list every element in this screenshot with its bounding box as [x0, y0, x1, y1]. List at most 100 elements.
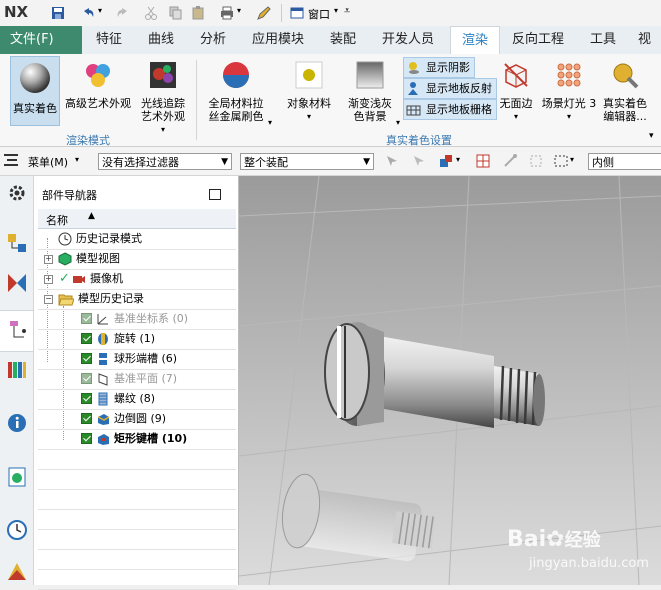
system-materials-icon[interactable]: [6, 560, 28, 582]
checkbox[interactable]: [81, 373, 92, 384]
tree-empty-row: [38, 529, 236, 550]
navigator-title: 部件导航器: [42, 189, 97, 202]
scene-light-button[interactable]: 场景灯光 3 ▾: [540, 60, 598, 123]
global-material-button[interactable]: 全局材料拉 丝金属刷色 ▾: [204, 60, 272, 127]
component-select-icon[interactable]: [438, 153, 454, 169]
print-icon[interactable]: [219, 5, 235, 21]
undo-icon[interactable]: [80, 5, 96, 21]
checkbox[interactable]: [81, 413, 92, 424]
assembly-navigator-icon[interactable]: [6, 232, 28, 254]
tree-row-camera[interactable]: + ✓ 摄像机: [38, 269, 236, 290]
tab-curve[interactable]: 曲线: [148, 26, 174, 54]
checkbox[interactable]: [81, 393, 92, 404]
tree-row-rectangular-slot[interactable]: 矩形键槽 (10): [38, 429, 236, 450]
tree-row-history-mode[interactable]: 历史记录模式: [38, 229, 236, 250]
inside-mode-select[interactable]: 内侧: [588, 153, 661, 170]
constraint-navigator-icon[interactable]: [6, 272, 28, 294]
scene-light-dropdown-icon[interactable]: ▾: [540, 110, 598, 123]
save-icon[interactable]: [50, 5, 66, 21]
tab-application[interactable]: 应用模块: [252, 26, 304, 54]
column-header[interactable]: 名称 ▲: [38, 209, 236, 229]
pencil-icon[interactable]: [256, 5, 272, 21]
object-material-button[interactable]: 对象材料 ▾: [283, 60, 335, 123]
ribbon-collapse-icon[interactable]: ▾: [649, 131, 654, 141]
customize-quick-access-icon[interactable]: ⩡: [344, 4, 350, 18]
expand-icon[interactable]: +: [44, 275, 53, 284]
tab-assembly[interactable]: 装配: [330, 26, 356, 54]
expand-icon[interactable]: +: [44, 255, 53, 264]
global-material-dropdown-icon[interactable]: ▾: [268, 116, 272, 129]
gear-icon[interactable]: [6, 182, 28, 204]
gradient-label-2: 色背景: [353, 110, 387, 123]
tree-row-thread[interactable]: 螺纹 (8): [38, 389, 236, 410]
show-floor-reflection-toggle[interactable]: 显示地板反射: [403, 78, 497, 99]
select-features-icon[interactable]: [412, 154, 426, 168]
tree-row-datum-csys[interactable]: 基准坐标系 (0): [38, 309, 236, 330]
box-select-icon[interactable]: [553, 153, 569, 169]
maximize-icon[interactable]: [209, 189, 221, 200]
copy-icon[interactable]: [167, 5, 183, 21]
tree-row-datum-plane[interactable]: 基准平面 (7): [38, 369, 236, 390]
print-dropdown-icon[interactable]: ▾: [237, 6, 241, 15]
tab-tools[interactable]: 工具: [590, 26, 616, 54]
tab-reverse-engineering[interactable]: 反向工程: [512, 26, 564, 54]
tab-render[interactable]: 渲染: [450, 26, 500, 55]
tree-row-revolve[interactable]: 旋转 (1): [38, 329, 236, 350]
sort-ascending-icon[interactable]: ▲: [88, 211, 95, 221]
tab-file[interactable]: 文件(F): [0, 26, 82, 54]
sphere-icon: [20, 63, 50, 93]
raytrace-button[interactable]: 光线追踪 艺术外观 ▾: [136, 60, 190, 136]
no-side-button[interactable]: 无面边 ▾: [498, 60, 534, 123]
paste-icon[interactable]: [190, 5, 206, 21]
checkbox[interactable]: [81, 433, 92, 444]
real-shading-editor-button[interactable]: 真实着色 编辑器...: [600, 60, 650, 123]
component-select-dropdown-icon[interactable]: ▾: [456, 155, 460, 164]
graphics-viewport[interactable]: Bai✿经验 jingyan.baidu.com: [239, 176, 661, 585]
snap-end-icon[interactable]: [502, 153, 518, 169]
tree-row-model-history[interactable]: − 模型历史记录: [38, 289, 236, 310]
gradient-background-button[interactable]: 渐变浅灰 色背景 ▾: [340, 60, 400, 127]
reuse-library-icon[interactable]: [6, 358, 28, 380]
select-tool-icon[interactable]: [385, 154, 399, 168]
window-menu[interactable]: 窗口: [308, 6, 330, 22]
tab-analysis[interactable]: 分析: [200, 26, 226, 54]
no-side-dropdown-icon[interactable]: ▾: [498, 110, 534, 123]
window-icon[interactable]: [289, 5, 305, 21]
raytrace-dropdown-icon[interactable]: ▾: [136, 123, 190, 136]
info-icon[interactable]: [6, 412, 28, 434]
checkbox[interactable]: [81, 353, 92, 364]
show-shadow-label: 显示阴影: [426, 61, 470, 74]
undo-dropdown-icon[interactable]: ▾: [98, 6, 102, 15]
box-select-dropdown-icon[interactable]: ▾: [570, 155, 574, 164]
tab-developer[interactable]: 开发人员: [382, 26, 434, 54]
cut-icon[interactable]: [143, 5, 159, 21]
object-material-icon: [295, 61, 323, 89]
tab-feature[interactable]: 特征: [96, 26, 122, 54]
tree-row-model-views[interactable]: + 模型视图: [38, 249, 236, 270]
snap-point-icon[interactable]: [475, 153, 491, 169]
redo-icon[interactable]: [115, 5, 131, 21]
checkbox[interactable]: [81, 313, 92, 324]
web-browser-icon[interactable]: [6, 466, 28, 488]
tree-row-edge-blend[interactable]: 边倒圆 (9): [38, 409, 236, 430]
menu-dropdown-icon[interactable]: ▾: [75, 155, 79, 164]
assembly-scope-select[interactable]: 整个装配 ▼: [240, 153, 374, 170]
window-menu-dropdown-icon[interactable]: ▾: [334, 6, 338, 15]
real-shading-button[interactable]: 真实着色: [10, 56, 60, 126]
edge-blend-icon: [97, 414, 110, 425]
tree-empty-row: [38, 469, 236, 490]
show-floor-grid-toggle[interactable]: 显示地板栅格: [403, 99, 497, 120]
show-shadow-toggle[interactable]: 显示阴影: [403, 57, 475, 78]
gradient-dropdown-icon[interactable]: ▾: [396, 116, 400, 129]
advanced-art-button[interactable]: 高级艺术外观: [63, 60, 133, 110]
checkbox[interactable]: [81, 333, 92, 344]
tree-row-spherical-groove[interactable]: 球形端槽 (6): [38, 349, 236, 370]
selection-filter-select[interactable]: 没有选择过滤器 ▼: [98, 153, 232, 170]
collapse-icon[interactable]: −: [44, 295, 53, 304]
history-clock-icon[interactable]: [6, 519, 28, 541]
tab-view[interactable]: 视图: [638, 26, 661, 75]
object-material-dropdown-icon[interactable]: ▾: [283, 110, 335, 123]
snap-mid-icon[interactable]: [528, 153, 544, 169]
menu-button[interactable]: 菜单(M): [28, 154, 68, 170]
tree-label: 摄像机: [90, 272, 123, 285]
